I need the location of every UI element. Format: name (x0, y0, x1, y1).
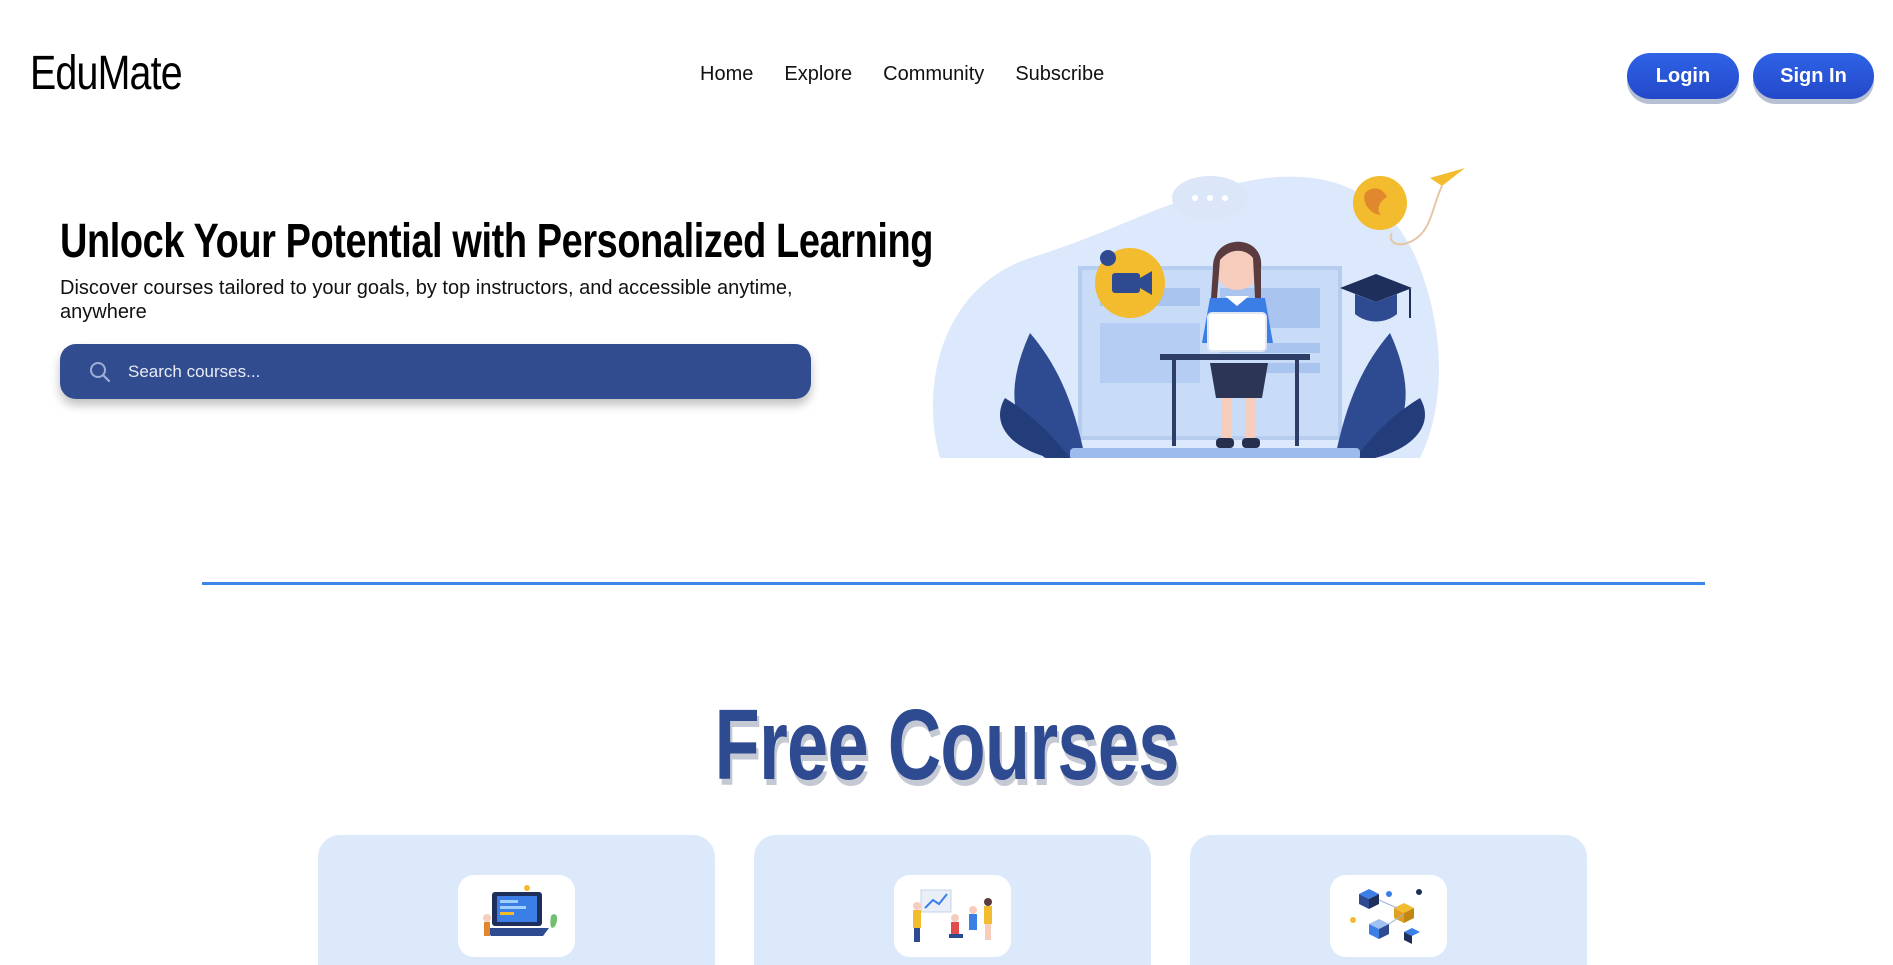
section-divider (202, 582, 1705, 585)
search-icon (90, 361, 111, 382)
main-nav: Home Explore Community Subscribe (700, 63, 1104, 86)
course-card[interactable] (1190, 835, 1587, 965)
section-title: Free Courses (0, 688, 1893, 803)
student-laptop-illustration (932, 168, 1465, 458)
course-thumbnail (1330, 875, 1447, 957)
nav-home[interactable]: Home (700, 63, 753, 86)
site-logo[interactable]: EduMate (30, 46, 183, 101)
login-button[interactable]: Login (1627, 53, 1739, 99)
search-bar[interactable] (60, 344, 811, 399)
isometric-network-illustration (1349, 889, 1422, 944)
course-card[interactable] (754, 835, 1151, 965)
search-input[interactable] (128, 361, 768, 382)
nav-community[interactable]: Community (883, 63, 984, 86)
hero-title: Unlock Your Potential with Personalized … (60, 215, 934, 268)
presentation-team-illustration (912, 889, 992, 942)
course-thumbnail (458, 875, 575, 957)
nav-subscribe[interactable]: Subscribe (1015, 63, 1104, 86)
sign-in-button[interactable]: Sign In (1753, 53, 1874, 99)
course-card[interactable] (318, 835, 715, 965)
hero-subtitle: Discover courses tailored to your goals,… (60, 277, 793, 323)
site-header: EduMate Home Explore Community Subscribe… (0, 0, 1893, 130)
coding-laptop-illustration (482, 885, 557, 936)
section-title-text: Free Courses (714, 689, 1179, 801)
course-thumbnail (894, 875, 1011, 957)
nav-explore[interactable]: Explore (784, 63, 852, 86)
